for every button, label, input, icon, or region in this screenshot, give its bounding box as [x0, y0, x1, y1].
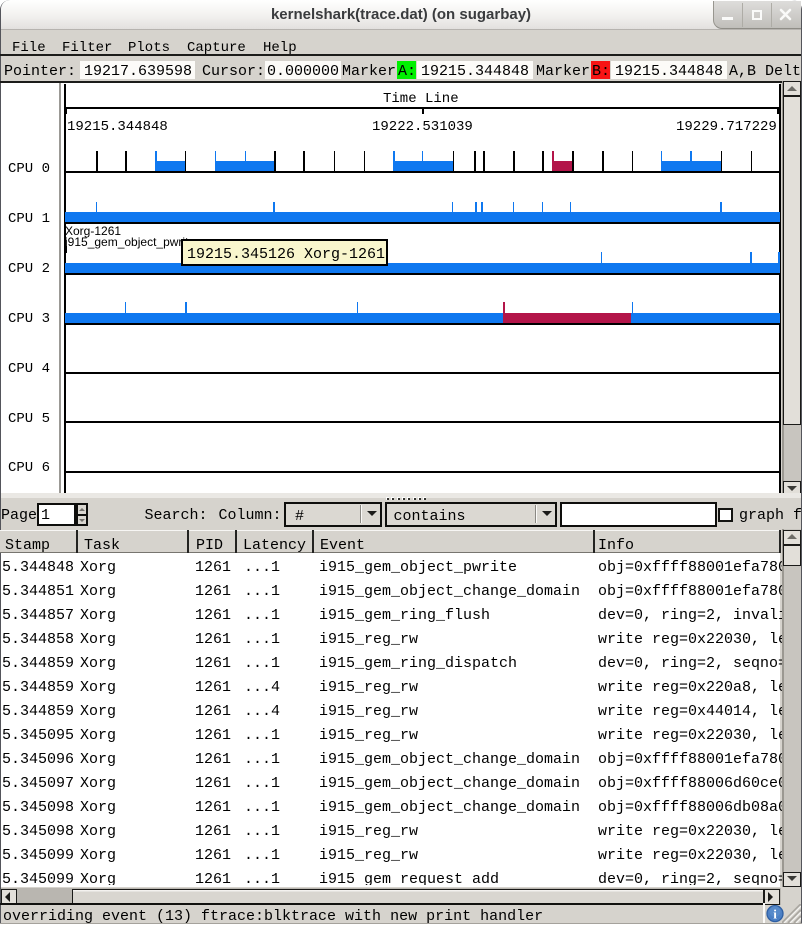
- svg-text:i: i: [773, 907, 777, 922]
